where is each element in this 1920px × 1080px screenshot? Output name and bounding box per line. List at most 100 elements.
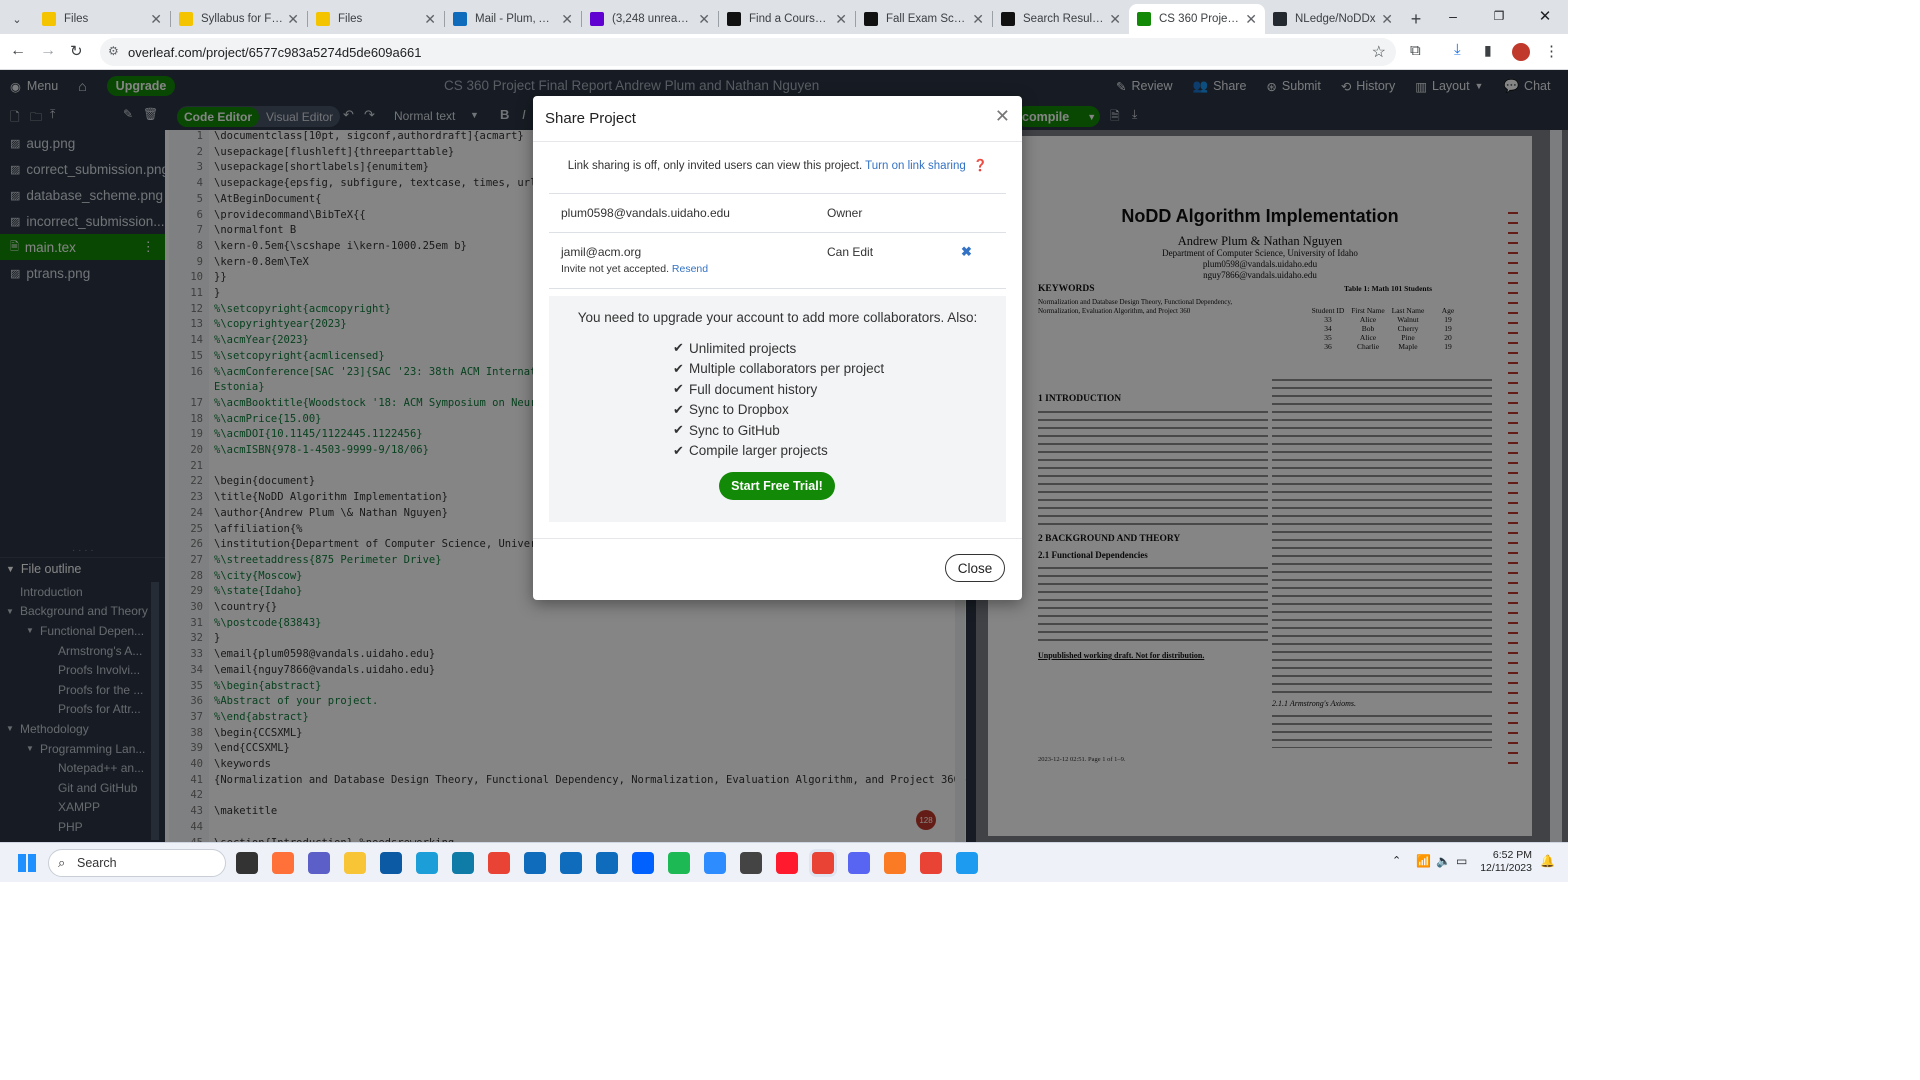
teams-icon[interactable]	[308, 852, 330, 874]
help-icon[interactable]: ❓	[973, 160, 987, 172]
file-explorer-icon[interactable]	[344, 852, 366, 874]
taskbar-search[interactable]: ⌕ Search	[48, 849, 226, 877]
chrome-active-icon[interactable]	[812, 852, 834, 874]
app-icon[interactable]	[560, 852, 582, 874]
discord-icon[interactable]	[848, 852, 870, 874]
spotify-icon[interactable]	[668, 852, 690, 874]
task-view-icon[interactable]	[236, 852, 258, 874]
check-icon: ✔	[673, 442, 684, 458]
battery-icon[interactable]: ▭	[1456, 854, 1467, 868]
search-icon: ⌕	[58, 855, 66, 870]
tab-favicon-icon	[864, 12, 878, 26]
resend-link[interactable]: Resend	[672, 263, 708, 275]
browser-tab[interactable]: Files ✕	[308, 4, 444, 34]
feature-item: ✔ Full document history	[673, 379, 884, 400]
tab-close-icon[interactable]: ✕	[561, 11, 573, 28]
modal-title: Share Project	[545, 110, 636, 127]
feature-label: Multiple collaborators per project	[689, 361, 885, 377]
tab-close-icon[interactable]: ✕	[424, 11, 436, 28]
tab-title: Files	[64, 13, 89, 25]
minimize-button[interactable]: –	[1430, 0, 1476, 32]
edge-icon[interactable]	[380, 852, 402, 874]
tab-search-button[interactable]: ⌄	[0, 4, 34, 34]
tab-close-icon[interactable]: ✕	[287, 11, 299, 28]
store-icon[interactable]	[596, 852, 618, 874]
feature-item: ✔ Multiple collaborators per project	[673, 359, 884, 380]
settings-app-icon[interactable]	[740, 852, 762, 874]
tab-close-icon[interactable]: ✕	[1245, 11, 1257, 28]
feature-label: Full document history	[689, 381, 818, 397]
owner-role: Owner	[827, 206, 863, 220]
tab-title: Fall Exam Schedu	[886, 13, 968, 25]
upgrade-box: You need to upgrade your account to add …	[549, 296, 1006, 522]
tab-close-icon[interactable]: ✕	[1381, 11, 1393, 28]
close-button[interactable]: Close	[945, 554, 1005, 582]
edge-dev-icon[interactable]	[452, 852, 474, 874]
browser-tab[interactable]: Search Results - S ✕	[993, 4, 1129, 34]
url-input[interactable]: ⚙ overleaf.com/project/6577c983a5274d5de…	[100, 38, 1396, 66]
tab-title: NLedge/NoDDx	[1295, 13, 1376, 25]
start-windows-icon[interactable]	[18, 854, 36, 872]
firefox-icon[interactable]	[272, 852, 294, 874]
feature-item: ✔ Sync to Dropbox	[673, 400, 884, 421]
site-info-icon[interactable]: ⚙	[108, 44, 119, 58]
close-icon[interactable]: ✕	[995, 106, 1010, 127]
paint-icon[interactable]	[920, 852, 942, 874]
wifi-icon[interactable]: 📶	[1416, 854, 1431, 868]
browser-tab[interactable]: Syllabus for F23 C✕	[171, 4, 307, 34]
reload-icon[interactable]: ↻	[70, 42, 83, 60]
zoom-icon[interactable]	[704, 852, 726, 874]
browser-tab[interactable]: (3,248 unread) - a✕	[582, 4, 718, 34]
dropbox-icon[interactable]	[632, 852, 654, 874]
opera-icon[interactable]	[776, 852, 798, 874]
tab-favicon-icon	[727, 12, 741, 26]
notepad-icon[interactable]	[956, 852, 978, 874]
tab-close-icon[interactable]: ✕	[150, 11, 162, 28]
volume-icon[interactable]: 🔈	[1436, 854, 1451, 868]
tab-title: Syllabus for F23 C	[201, 13, 284, 25]
back-icon[interactable]: ←	[10, 42, 26, 60]
notification-bell-icon[interactable]: 🔔	[1540, 854, 1555, 868]
browser-tab[interactable]: Mail - Plum, Andr ✕	[445, 4, 581, 34]
browser-tab[interactable]: CS 360 Project Fin ✕	[1129, 4, 1265, 34]
chrome-icon[interactable]	[488, 852, 510, 874]
maximize-button[interactable]: ❐	[1476, 0, 1522, 32]
feature-label: Compile larger projects	[689, 443, 828, 459]
side-panel-icon[interactable]: ▮	[1484, 42, 1492, 59]
collaborator-role[interactable]: Can Edit	[827, 245, 873, 259]
tab-title: Mail - Plum, Andr	[475, 13, 558, 25]
xampp-icon[interactable]	[884, 852, 906, 874]
edge-beta-icon[interactable]	[416, 852, 438, 874]
taskbar-clock[interactable]: 6:52 PM 12/11/2023	[1480, 849, 1532, 875]
forward-icon[interactable]: →	[40, 42, 56, 60]
browser-menu-icon[interactable]: ⋮	[1544, 42, 1559, 60]
browser-tab[interactable]: NLedge/NoDDx ✕	[1265, 4, 1401, 34]
new-tab-button[interactable]: +	[1401, 4, 1431, 34]
browser-tab[interactable]: Fall Exam Schedu ✕	[856, 4, 992, 34]
remove-collaborator-icon[interactable]: ✖	[961, 244, 972, 260]
close-window-button[interactable]: ✕	[1522, 0, 1568, 32]
tab-title: Find a Course tau	[749, 13, 831, 25]
extensions-icon[interactable]: ⧉	[1410, 42, 1421, 59]
start-free-trial-button[interactable]: Start Free Trial!	[719, 472, 835, 500]
profile-avatar[interactable]	[1512, 43, 1530, 61]
turn-on-link-sharing-link[interactable]: Turn on link sharing	[865, 160, 966, 172]
tab-favicon-icon	[1001, 12, 1015, 26]
invite-status-text: Invite not yet accepted.	[561, 263, 669, 275]
browser-tab[interactable]: Files ✕	[34, 4, 170, 34]
bookmark-star-icon[interactable]: ☆	[1372, 42, 1386, 62]
tab-close-icon[interactable]: ✕	[972, 11, 984, 28]
tab-close-icon[interactable]: ✕	[698, 11, 710, 28]
downloads-icon[interactable]: ⤓	[1454, 41, 1461, 58]
mail-icon[interactable]	[524, 852, 546, 874]
tab-close-icon[interactable]: ✕	[1109, 11, 1121, 28]
browser-tab-strip: ⌄ Files✕Syllabus for F23 C✕Files✕Mail - …	[0, 0, 1568, 34]
tray-chevron-icon[interactable]: ⌃	[1392, 854, 1401, 867]
browser-tab[interactable]: Find a Course tau ✕	[719, 4, 855, 34]
tab-favicon-icon	[179, 12, 193, 26]
tab-title: (3,248 unread) - a	[612, 13, 695, 25]
tab-close-icon[interactable]: ✕	[835, 11, 847, 28]
invite-status: Invite not yet accepted. Resend	[561, 263, 708, 275]
owner-email: plum0598@vandals.uidaho.edu	[561, 206, 730, 220]
tab-title: Files	[338, 13, 363, 25]
